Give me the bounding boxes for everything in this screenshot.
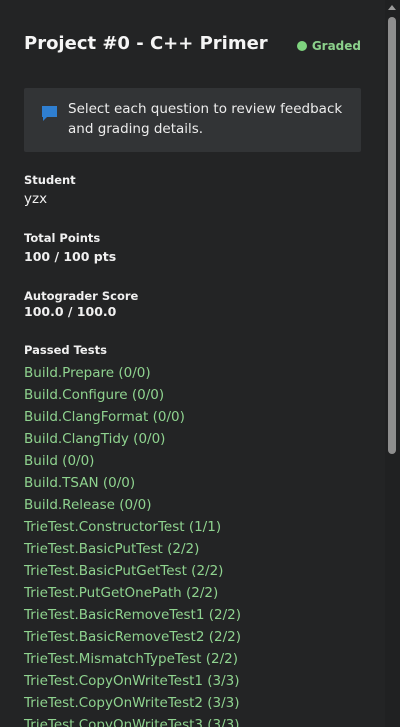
test-item[interactable]: TrieTest.BasicRemoveTest2 (2/2) [24, 626, 241, 648]
comment-icon [42, 106, 57, 121]
scroll-thumb[interactable] [388, 17, 396, 454]
passed-tests-list: Build.Prepare (0/0) Build.Configure (0/0… [24, 362, 241, 727]
test-item[interactable]: Build.Prepare (0/0) [24, 362, 241, 384]
scroll-up-icon[interactable] [388, 5, 396, 10]
autograder-value: 100.0 / 100.0 [24, 304, 117, 319]
test-item[interactable]: Build.TSAN (0/0) [24, 472, 241, 494]
test-item[interactable]: TrieTest.CopyOnWriteTest3 (3/3) [24, 714, 241, 727]
test-item[interactable]: Build.ClangTidy (0/0) [24, 428, 241, 450]
test-item[interactable]: TrieTest.CopyOnWriteTest2 (3/3) [24, 692, 241, 714]
status-label: Graded [311, 39, 361, 53]
grading-panel: Project #0 - C++ Primer Graded Select ea… [0, 0, 385, 727]
test-item[interactable]: TrieTest.MismatchTypeTest (2/2) [24, 648, 241, 670]
total-points-value: 100 / 100 pts [24, 249, 117, 264]
test-item[interactable]: TrieTest.CopyOnWriteTest1 (3/3) [24, 670, 241, 692]
test-item[interactable]: TrieTest.BasicPutTest (2/2) [24, 538, 241, 560]
info-text: Select each question to review feedback … [68, 101, 343, 137]
vertical-scrollbar[interactable] [385, 0, 400, 727]
panel-header: Project #0 - C++ Primer Graded [24, 33, 361, 63]
total-points-field: Total Points 100 / 100 pts [24, 231, 116, 264]
autograder-field: Autograder Score 100.0 / 100.0 [24, 289, 138, 319]
test-item[interactable]: Build.ClangFormat (0/0) [24, 406, 241, 428]
test-item[interactable]: TrieTest.ConstructorTest (1/1) [24, 516, 241, 538]
test-item[interactable]: Build.Release (0/0) [24, 494, 241, 516]
test-item[interactable]: TrieTest.BasicPutGetTest (2/2) [24, 560, 241, 582]
test-item[interactable]: TrieTest.BasicRemoveTest1 (2/2) [24, 604, 241, 626]
info-callout: Select each question to review feedback … [24, 88, 361, 152]
test-item[interactable]: TrieTest.PutGetOnePath (2/2) [24, 582, 241, 604]
passed-tests-label: Passed Tests [24, 343, 107, 357]
autograder-label: Autograder Score [24, 289, 139, 303]
page-title: Project #0 - C++ Primer [24, 33, 268, 54]
student-label: Student [24, 173, 76, 187]
test-item[interactable]: Build.Configure (0/0) [24, 384, 241, 406]
student-value: yzx [24, 191, 48, 207]
test-item[interactable]: Build (0/0) [24, 450, 241, 472]
status-badge: Graded [296, 39, 361, 53]
student-field: Student yzx [24, 173, 76, 207]
status-dot-icon [296, 41, 307, 51]
total-points-label: Total Points [24, 231, 101, 245]
